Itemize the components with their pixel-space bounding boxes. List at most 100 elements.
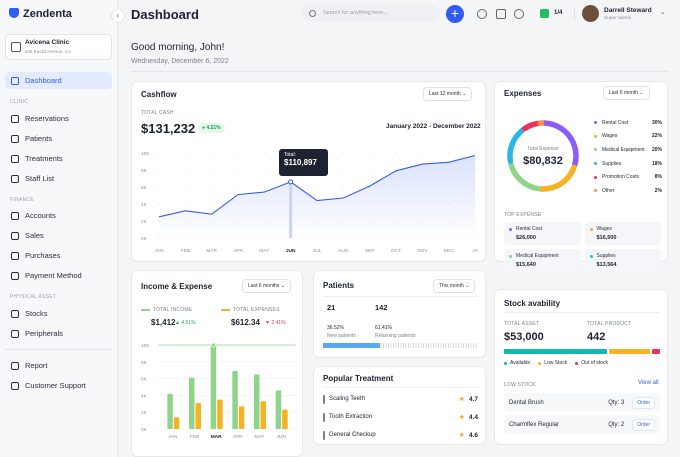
expenses-title: Expenses [504,89,542,98]
sidebar-item-purchases[interactable]: Purchases [5,247,112,264]
sidebar-item-reservations[interactable]: Reservations [5,110,112,127]
sidebar-item-payment[interactable]: Payment Method [5,267,112,284]
stock-bar-segment [652,349,660,354]
stock-legend-swatch [575,361,579,365]
x-tick-label: MAR [206,248,217,254]
treatment-row[interactable]: General Checkup ★ 4.6 [323,426,478,444]
sidebar-item-treatments[interactable]: Treatments [5,150,112,167]
flag-icon[interactable] [540,9,549,18]
stock-bar-segment [609,349,651,354]
top-expense-name-row: Supplies [589,253,657,259]
order-button[interactable]: Order [632,396,655,409]
top-expense-swatch [509,227,512,231]
legend-swatch [594,175,597,179]
top-expense-item: Wages $16,500 [584,222,661,245]
bar-total-income [275,390,282,429]
order-button[interactable]: Order [632,418,655,431]
treatment-row[interactable]: Scaling Teeth ★ 4.7 [323,390,478,408]
sidebar-item-dashboard[interactable]: Dashboard [5,72,112,89]
tooth-icon [11,154,19,163]
top-expense-grid: Rental Cost $26,000 Wages $16,500 Medical Eq… [504,222,661,272]
top-expense-value: $13,564 [596,262,617,268]
bar-total-expenses [282,409,288,429]
section-label-clinic: CLINIC [10,99,29,105]
returning-patients-label: Returning patients [375,333,416,339]
grid-dot [237,186,239,188]
stock-legend-label: Out of stock [581,360,608,366]
y-tick-label: 8K [141,168,148,174]
headset-icon [11,381,19,390]
top-expense-swatch [589,227,593,231]
avatar[interactable] [582,5,599,22]
treatment-name: General Checkup [329,432,376,438]
top-expense-value: $16,500 [596,235,617,241]
star-icon: ★ [458,396,465,403]
sidebar-item-staff[interactable]: Staff List [5,170,112,187]
expense-label: TOTAL EXPENSES [233,307,280,313]
add-button[interactable]: + [446,5,464,23]
sidebar-item-accounts[interactable]: Accounts [5,207,112,224]
collapse-sidebar-button[interactable]: ‹ [111,9,125,23]
search-icon [309,10,316,17]
sidebar-item-stocks[interactable]: Stocks [5,305,112,322]
patients-period-select[interactable]: This month ⌄ [433,279,476,293]
bar-total-expenses [195,402,201,429]
donut-slice-medical-equipment [508,160,541,192]
sidebar-item-report[interactable]: Report [5,357,112,374]
grid-dot [395,152,397,154]
donut-total-value: $80,832 [523,155,563,167]
income-chart: 10K 8K 6K 4K 2K 0K JAN FEB MAR APR MAY JUN [141,342,296,440]
sidebar-item-support[interactable]: Customer Support [5,377,112,394]
y-tick-label: 2K [141,410,148,416]
bar-total-income [254,374,260,429]
sidebar-item-peripherals[interactable]: Peripherals [5,325,112,342]
x-tick-label: MAY [259,248,270,254]
stock-divider [504,312,660,313]
income-period-select[interactable]: Last 6 months ⌄ [242,279,291,293]
income-card: Income & Expense Last 6 months ⌄ TOTAL I… [131,270,303,457]
grid-icon [11,76,19,85]
calendar-icon [11,114,19,123]
bar-total-expenses [238,406,245,429]
clinic-selector[interactable]: Avicena Clinic 845 Euclid Avenue, CA [5,34,112,60]
top-expense-name: Supplies [596,253,616,259]
wallet-icon [11,211,19,220]
grid-dot [448,152,450,154]
treatment-row[interactable]: Tooth Extraction ★ 4.4 [323,408,478,426]
grid-dot [237,169,239,171]
treatment-marker [323,412,325,422]
income-title: Income & Expense [141,282,213,291]
settings-icon[interactable] [514,9,524,19]
activity-icon[interactable] [496,9,506,19]
stock-bar-segment [504,349,608,354]
y-tick-label: 0K [141,236,148,242]
sidebar-item-patients[interactable]: Patients [5,130,112,147]
treatment-list: Scaling Teeth ★ 4.7 Tooth Extraction ★ 4.4 Gen… [323,390,478,444]
app-logo[interactable]: Zendenta [9,8,72,20]
patients-progress-fill [323,343,381,348]
legend-swatch [594,148,597,152]
treatment-rating: 4.4 [468,413,478,421]
help-icon[interactable] [477,9,487,19]
x-tick-label: APR [233,248,243,254]
x-tick-label: JAN [168,434,178,440]
cash-change-badge: ● 4.51% [198,123,225,133]
x-tick-label: OCT [391,248,401,254]
cashflow-title: Cashflow [141,90,177,99]
treatment-title: Popular Treatment [323,374,394,383]
cashflow-period-select[interactable]: Last 12 month ⌄ [423,87,473,101]
search-input[interactable]: Search for anything here... [301,5,440,22]
tooltip-value: $110,897 [284,158,317,167]
product-value: 442 [587,331,606,343]
cashflow-range: January 2022 - December 2022 [386,123,481,130]
sidebar-item-sales[interactable]: Sales [5,227,112,244]
legend-item: Medical Equipment 20% [594,143,662,157]
expenses-period-select[interactable]: Last 6 month ⌄ [603,86,650,100]
low-stock-label: LOW STOCK [504,382,536,388]
chevron-down-icon[interactable]: ⌄ [660,8,666,16]
top-expense-name-row: Medical Equipment [509,253,576,259]
highlight-point [211,342,216,348]
view-all-link[interactable]: View all [638,380,659,386]
x-tick-label: APR [233,434,243,440]
stock-legend-swatch [504,361,507,365]
